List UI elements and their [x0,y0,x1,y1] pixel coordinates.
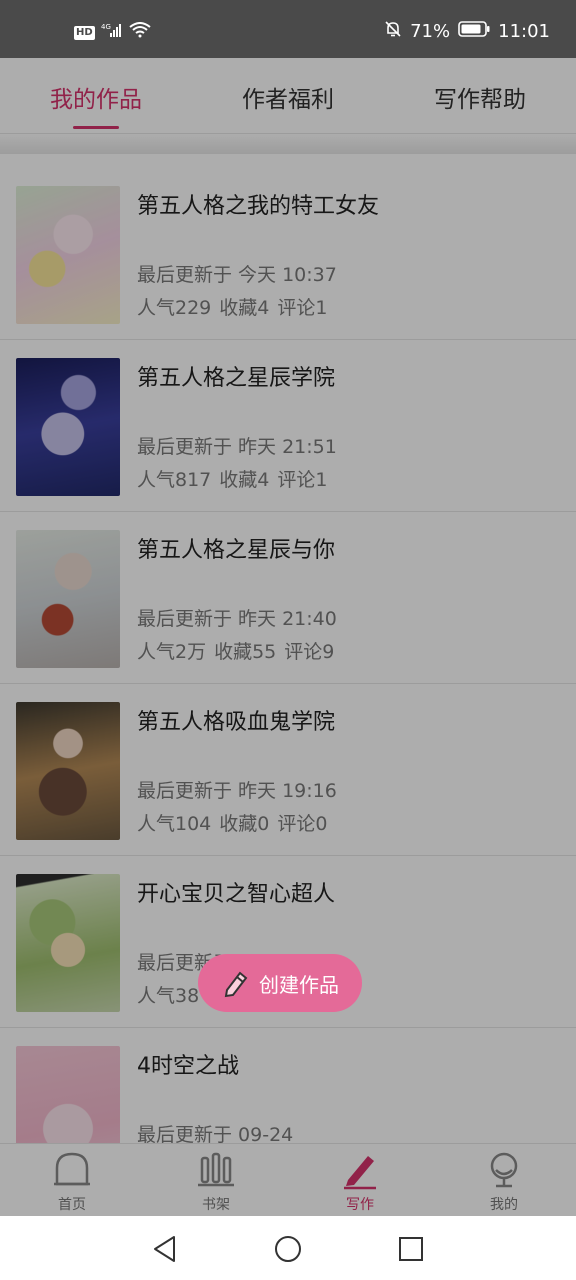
work-updated: 最后更新于 今天 10:37 [137,264,337,286]
work-item[interactable]: 第五人格吸血鬼学院 最后更新于 昨天 19:16 人气104 收藏0 评论0 [0,684,576,856]
bookshelf-icon [198,1152,234,1187]
work-updated: 最后更新于 昨天 21:40 [137,608,337,630]
work-updated: 最后更新于 09-24 [137,1124,294,1143]
back-icon[interactable] [150,1234,180,1264]
work-popularity: 人气104 [137,813,212,835]
nav-profile-label: 我的 [490,1197,518,1213]
work-cover[interactable] [16,874,120,1012]
pen-icon [344,1156,376,1190]
status-bar: HD 4G 71% 11:01 [0,0,576,58]
status-right: 71% 11:01 [384,20,550,43]
work-popularity: 人气38 [137,985,200,1007]
work-title: 第五人格之我的特工女友 [137,194,380,219]
nav-write-label: 写作 [346,1197,374,1213]
work-item[interactable]: 第五人格之星辰学院 最后更新于 昨天 21:51 人气817 收藏4 评论1 [0,340,576,512]
work-popularity: 人气817 [137,469,212,491]
work-stats: 人气104 收藏0 评论0 [137,809,327,836]
work-comments: 评论9 [284,641,335,663]
hd-badge: HD [74,25,95,40]
work-cover[interactable] [16,530,120,668]
work-comments: 评论0 [277,813,328,835]
work-updated: 最后更新于 昨天 21:51 [137,436,337,458]
work-cover[interactable] [16,186,120,324]
nav-bookshelf[interactable]: 书架 [144,1144,288,1216]
network-type: 4G [101,23,111,31]
section-divider [0,134,576,154]
bottom-nav: 首页 书架 写作 我的 [0,1143,576,1216]
recents-icon[interactable] [396,1234,426,1264]
nav-home[interactable]: 首页 [0,1144,144,1216]
nav-profile[interactable]: 我的 [432,1144,576,1216]
work-stats: 人气38 [137,981,199,1008]
work-title: 第五人格之星辰与你 [137,538,336,563]
work-popularity: 人气229 [137,297,212,319]
work-popularity: 人气2万 [137,641,207,663]
work-favorites: 收藏4 [219,297,270,319]
wifi-icon [129,22,151,43]
create-work-button[interactable]: 创建作品 [198,954,362,1012]
mute-bell-icon [384,20,402,43]
battery-percent: 71% [410,21,451,42]
top-tabs: 我的作品 作者福利 写作帮助 [0,58,576,134]
work-stats: 人气817 收藏4 评论1 [137,465,327,492]
work-cover[interactable] [16,702,120,840]
work-favorites: 收藏0 [219,813,270,835]
work-cover[interactable] [16,358,120,496]
tab-author-benefits[interactable]: 作者福利 [192,58,384,133]
tab-my-works[interactable]: 我的作品 [0,58,192,133]
work-stats: 人气229 收藏4 评论1 [137,293,327,320]
clock: 11:01 [498,21,550,42]
work-stats: 人气2万 收藏55 评论9 [137,637,334,664]
work-title: 第五人格之星辰学院 [137,366,336,391]
nav-bookshelf-label: 书架 [202,1197,230,1213]
work-favorites: 收藏55 [214,641,277,663]
tab-writing-help[interactable]: 写作帮助 [384,58,576,133]
work-title: 4时空之战 [137,1054,239,1079]
work-cover[interactable] [16,1046,120,1143]
pencil-icon [224,971,248,998]
battery-icon [458,20,490,43]
home-icon [54,1152,90,1186]
work-favorites: 收藏4 [219,469,270,491]
create-work-label: 创建作品 [259,972,339,997]
work-comments: 评论1 [277,297,328,319]
status-left: HD 4G [74,22,151,43]
nav-write[interactable]: 写作 [288,1144,432,1216]
signal-icon: 4G [101,22,123,43]
home-circle-icon[interactable] [273,1234,303,1264]
work-item[interactable]: 第五人格之我的特工女友 最后更新于 今天 10:37 人气229 收藏4 评论1 [0,168,576,340]
system-nav-bar [0,1216,576,1280]
nav-home-label: 首页 [58,1197,86,1213]
work-title: 第五人格吸血鬼学院 [137,710,336,735]
profile-icon [490,1152,518,1188]
work-title: 开心宝贝之智心超人 [137,882,336,907]
work-item[interactable]: 4时空之战 最后更新于 09-24 [0,1028,576,1143]
work-updated: 最后更新于 昨天 19:16 [137,780,337,802]
work-comments: 评论1 [277,469,328,491]
work-item[interactable]: 第五人格之星辰与你 最后更新于 昨天 21:40 人气2万 收藏55 评论9 [0,512,576,684]
